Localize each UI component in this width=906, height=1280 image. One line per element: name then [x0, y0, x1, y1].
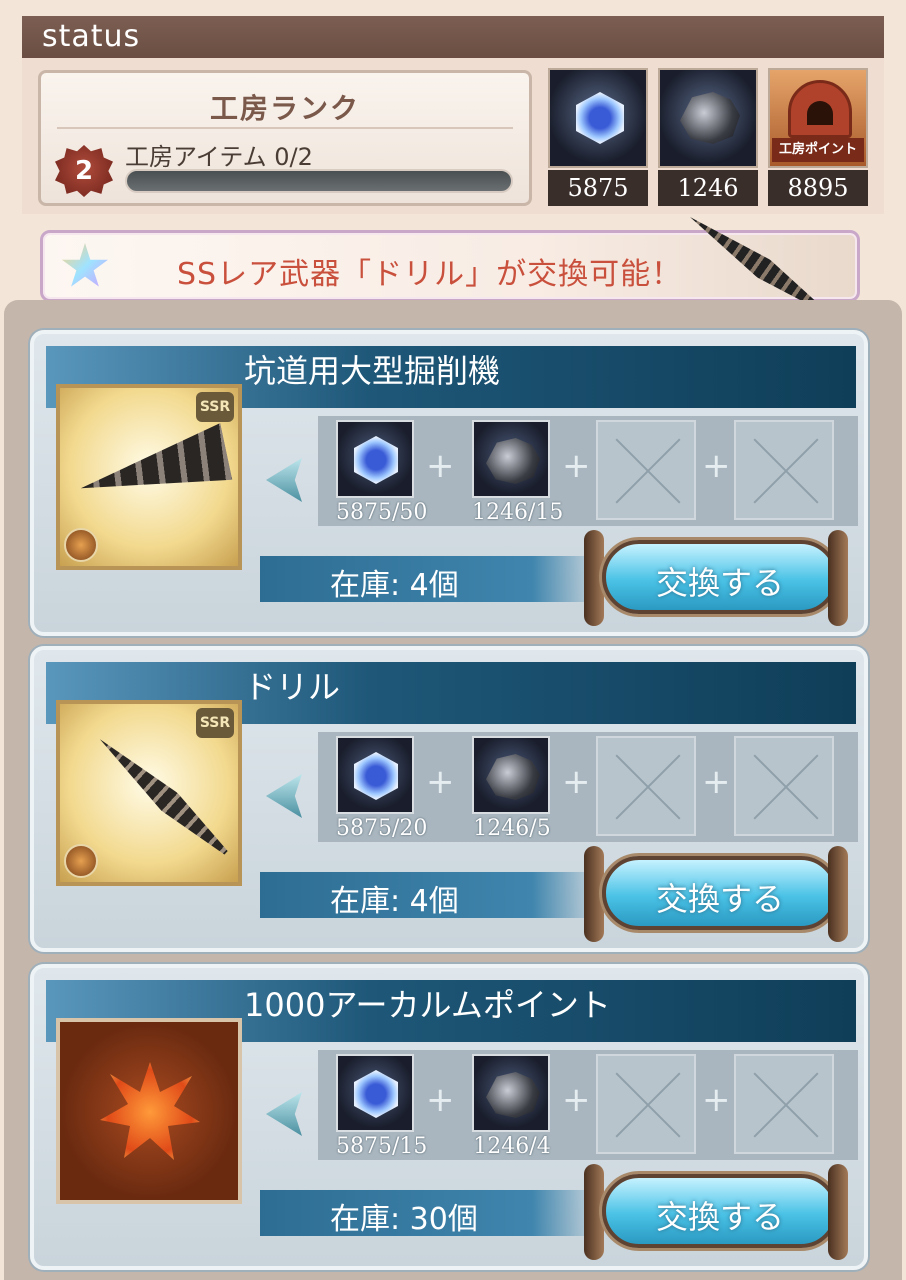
rank-level-badge: 2	[55, 145, 113, 197]
material-count: 5875/15	[336, 1134, 428, 1159]
rank-progress-bar	[125, 169, 513, 193]
rank-item-label: 工房アイテム 0/2	[125, 143, 313, 171]
material-slot[interactable]: 5875/15	[336, 1054, 428, 1159]
ssr-exchange-banner[interactable]: SSレア武器「ドリル」が交換可能！	[40, 230, 860, 302]
status-header: status	[22, 16, 884, 58]
stock-text: 在庫: 4個	[330, 884, 459, 919]
plus-icon: +	[426, 1080, 455, 1120]
material-slot[interactable]: 5875/50	[336, 420, 428, 525]
resource-ore[interactable]: 1246	[658, 68, 758, 206]
drill-shape	[74, 423, 233, 511]
exchange-button-label: 交換する	[655, 1198, 784, 1236]
card-title: ドリル	[244, 668, 341, 706]
burst-star-icon	[100, 1062, 200, 1160]
plus-icon: +	[562, 446, 591, 486]
empty-slot-icon	[734, 1054, 834, 1154]
material-slot[interactable]: 5875/20	[336, 736, 428, 841]
material-slot[interactable]: 1246/15	[472, 420, 564, 525]
empty-slot-icon	[596, 420, 696, 520]
fire-element-icon	[64, 844, 98, 878]
dark-ore-icon	[658, 68, 758, 168]
blue-crystal-icon	[336, 736, 414, 814]
ssr-badge: SSR	[196, 392, 234, 422]
workshop-rank-panel: 工房ランク 2 工房アイテム 0/2	[38, 70, 532, 206]
button-cap-left	[584, 846, 604, 942]
empty-slot-icon	[734, 736, 834, 836]
left-arrow-icon[interactable]	[266, 774, 302, 818]
dark-ore-icon	[472, 420, 550, 498]
material-count: 1246/5	[473, 816, 551, 841]
workshop-point-label: 工房ポイント	[772, 138, 864, 162]
material-count: 5875/20	[336, 816, 428, 841]
plus-icon: +	[562, 762, 591, 802]
fire-element-icon	[64, 528, 98, 562]
material-count: 5875/50	[336, 500, 428, 525]
button-cap-right	[828, 530, 848, 626]
left-arrow-icon[interactable]	[266, 458, 302, 502]
plus-icon: +	[426, 762, 455, 802]
plus-icon: +	[562, 1080, 591, 1120]
rank-divider	[57, 127, 513, 129]
spear-shape	[92, 730, 234, 862]
button-cap-right	[828, 846, 848, 942]
plus-icon: +	[702, 762, 731, 802]
resource-count: 8895	[768, 170, 868, 206]
arcarum-point-icon[interactable]	[56, 1018, 242, 1204]
stock-bar: 在庫: 4個	[260, 556, 600, 603]
empty-slot-icon	[734, 420, 834, 520]
dark-ore-icon	[472, 736, 550, 814]
exchange-button[interactable]: 交換する	[602, 856, 838, 930]
stock-bar: 在庫: 4個	[260, 872, 600, 919]
exchange-button[interactable]: 交換する	[602, 540, 838, 614]
card-title: 1000アーカルムポイント	[244, 986, 611, 1024]
banner-text: SSレア武器「ドリル」が交換可能！	[177, 257, 683, 292]
workshop-point-icon: 工房ポイント	[768, 68, 868, 168]
material-count: 1246/4	[473, 1134, 551, 1159]
exchange-card: 1000アーカルムポイント 5875/15 + 1246/4 + + 在庫: 3…	[30, 964, 868, 1270]
rainbow-star-icon	[61, 243, 109, 287]
resource-count: 1246	[658, 170, 758, 206]
empty-slot-icon	[596, 736, 696, 836]
blue-crystal-icon	[548, 68, 648, 168]
card-title: 坑道用大型掘削機	[244, 352, 501, 390]
stock-bar: 在庫: 30個	[260, 1190, 600, 1237]
exchange-button-label: 交換する	[655, 564, 784, 602]
plus-icon: +	[426, 446, 455, 486]
resource-count: 5875	[548, 170, 648, 206]
material-count: 1246/15	[472, 500, 564, 525]
stock-text: 在庫: 4個	[330, 568, 459, 603]
material-slot[interactable]: 1246/5	[472, 736, 552, 841]
empty-slot-icon	[596, 1054, 696, 1154]
exchange-button[interactable]: 交換する	[602, 1174, 838, 1248]
resource-workshop-point[interactable]: 工房ポイント 8895	[768, 68, 868, 206]
button-cap-left	[584, 530, 604, 626]
resource-crystal[interactable]: 5875	[548, 68, 648, 206]
blue-crystal-icon	[336, 420, 414, 498]
plus-icon: +	[702, 446, 731, 486]
exchange-button-label: 交換する	[655, 880, 784, 918]
exchange-card: ドリル SSR 5875/20 + 1246/5 + + 在庫: 4個 交換する	[30, 646, 868, 952]
drill-spear-icon[interactable]: SSR	[56, 700, 242, 886]
rank-title: 工房ランク	[209, 92, 360, 125]
left-arrow-icon[interactable]	[266, 1092, 302, 1136]
button-cap-right	[828, 1164, 848, 1260]
button-cap-left	[584, 1164, 604, 1260]
stock-text: 在庫: 30個	[330, 1202, 478, 1237]
plus-icon: +	[702, 1080, 731, 1120]
exchange-card: 坑道用大型掘削機 SSR 5875/50 + 1246/15 + + 在庫: 4…	[30, 330, 868, 636]
dark-ore-icon	[472, 1054, 550, 1132]
large-drill-weapon-icon[interactable]: SSR	[56, 384, 242, 570]
material-slot[interactable]: 1246/4	[472, 1054, 552, 1159]
ssr-badge: SSR	[196, 708, 234, 738]
blue-crystal-icon	[336, 1054, 414, 1132]
